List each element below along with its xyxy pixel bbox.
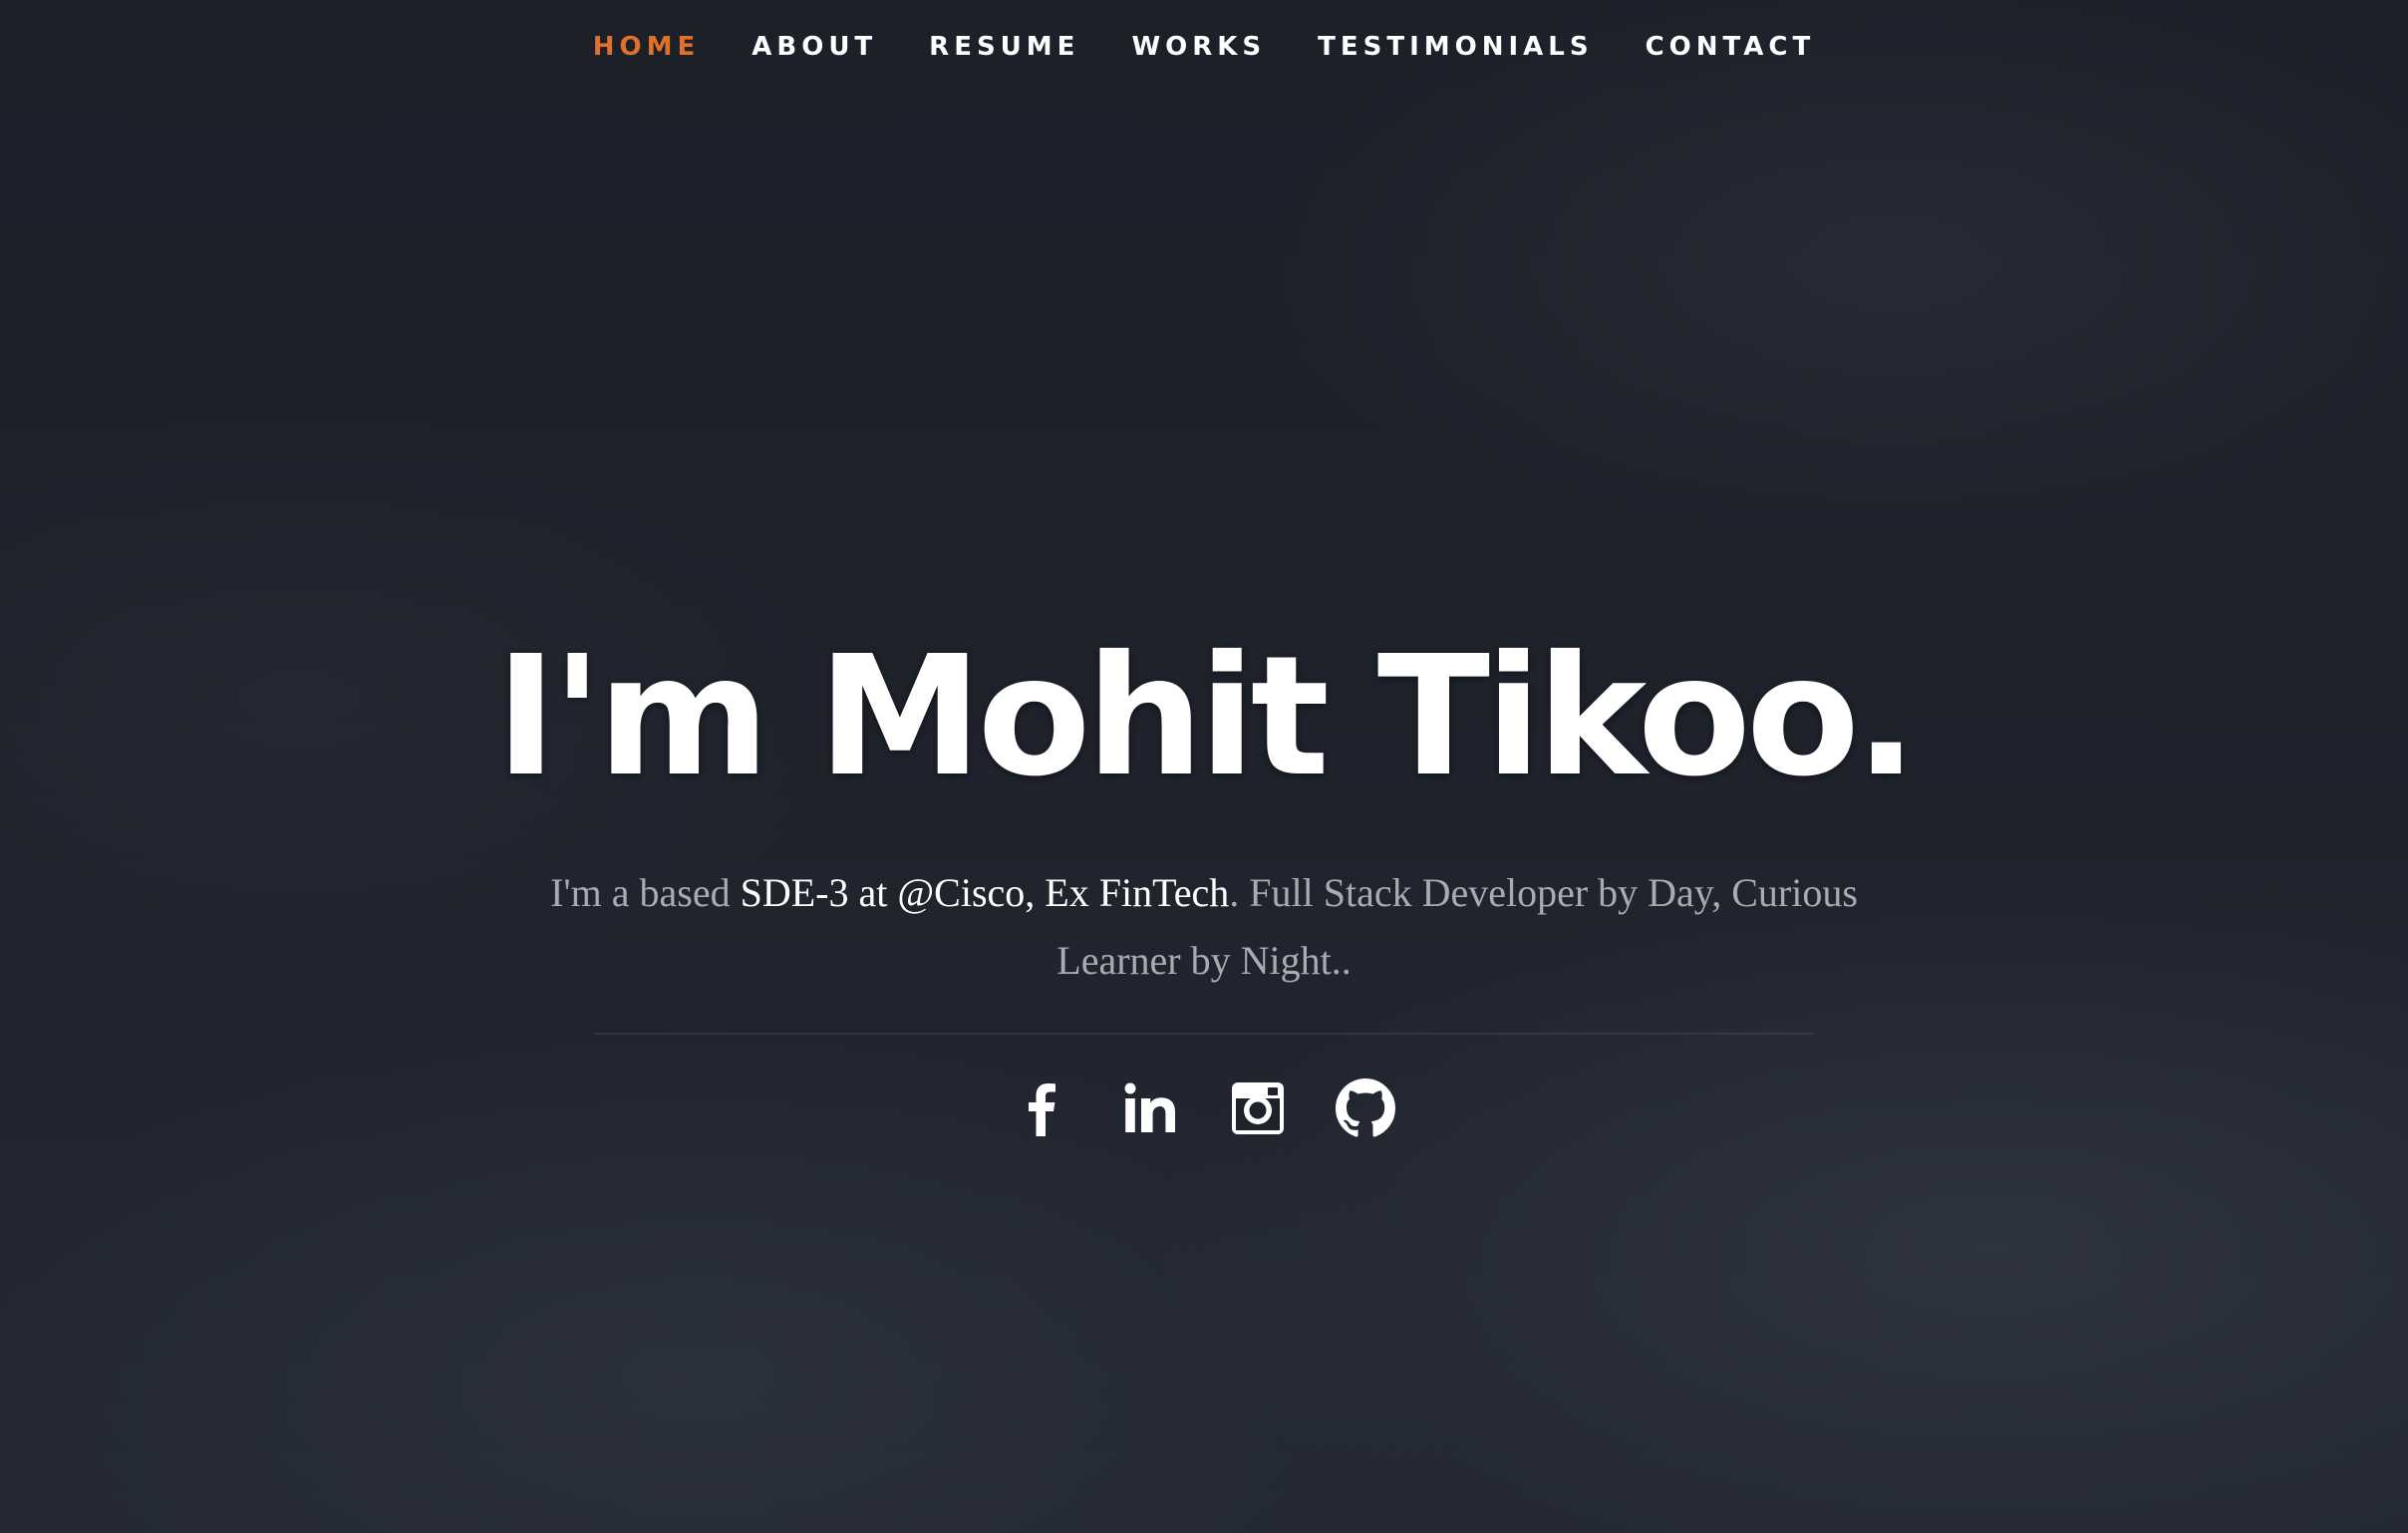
- instagram-link[interactable]: [1228, 1078, 1288, 1138]
- nav-item-home[interactable]: HOME: [593, 32, 701, 62]
- linkedin-link[interactable]: [1120, 1078, 1180, 1138]
- github-icon: [1336, 1078, 1395, 1137]
- intro-prefix: I'm a based: [550, 870, 741, 915]
- hero-section: I'm Mohit Tikoo. I'm a based SDE-3 at @C…: [0, 618, 2408, 1138]
- instagram-icon: [1232, 1082, 1284, 1134]
- nav-item-about[interactable]: ABOUT: [752, 32, 877, 62]
- nav-item-testimonials[interactable]: TESTIMONIALS: [1318, 32, 1593, 62]
- linkedin-icon: [1124, 1082, 1175, 1132]
- github-link[interactable]: [1336, 1078, 1395, 1138]
- facebook-icon: [1029, 1083, 1055, 1136]
- hero-intro: I'm a based SDE-3 at @Cisco, Ex FinTech.…: [546, 859, 1862, 995]
- social-links: [0, 1078, 2408, 1138]
- hero-headline: I'm Mohit Tikoo.: [494, 621, 1918, 813]
- nav-item-works[interactable]: WORKS: [1131, 32, 1266, 62]
- hero-divider: [594, 1033, 1814, 1035]
- main-nav: HOME ABOUT RESUME WORKS TESTIMONIALS CON…: [0, 0, 2408, 94]
- nav-item-contact[interactable]: CONTACT: [1646, 32, 1816, 62]
- facebook-link[interactable]: [1013, 1078, 1072, 1138]
- nav-item-resume[interactable]: RESUME: [929, 32, 1079, 62]
- intro-highlight: SDE-3 at @Cisco, Ex FinTech: [740, 870, 1230, 915]
